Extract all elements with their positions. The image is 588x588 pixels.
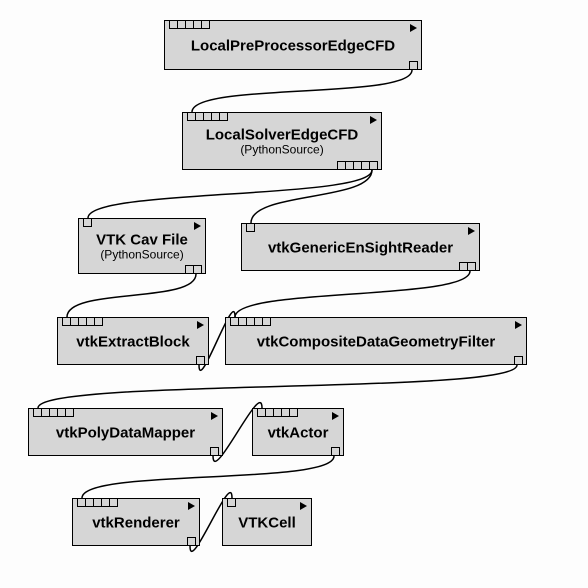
node-subtitle: (PythonSource) [79, 249, 205, 263]
node-solver[interactable]: LocalSolverEdgeCFD(PythonSource) [182, 112, 382, 170]
port[interactable] [262, 317, 271, 326]
edge-composite-polymapper [38, 365, 517, 408]
port[interactable] [210, 447, 219, 456]
node-title: LocalSolverEdgeCFD(PythonSource) [183, 124, 381, 157]
edge-actor-renderer [82, 456, 334, 498]
node-title: VTK Cav File(PythonSource) [79, 229, 205, 262]
node-title: vtkActor [253, 422, 343, 441]
port[interactable] [246, 223, 255, 232]
node-cav[interactable]: VTK Cav File(PythonSource) [78, 218, 206, 274]
port[interactable] [193, 265, 202, 274]
expand-icon[interactable] [211, 412, 218, 420]
node-title: vtkPolyDataMapper [29, 422, 222, 441]
port[interactable] [201, 20, 210, 29]
expand-icon[interactable] [197, 321, 204, 329]
port[interactable] [227, 498, 236, 507]
expand-icon[interactable] [188, 502, 195, 510]
node-actor[interactable]: vtkActor [252, 408, 344, 456]
port[interactable] [196, 356, 205, 365]
port[interactable] [514, 356, 523, 365]
port[interactable] [187, 537, 196, 546]
port[interactable] [65, 408, 74, 417]
node-title: vtkExtractBlock [58, 331, 208, 350]
expand-icon[interactable] [515, 321, 522, 329]
expand-icon[interactable] [370, 116, 377, 124]
node-title: vtkGenericEnSightReader [242, 237, 479, 256]
edge-solver-ensight [251, 170, 372, 223]
node-composite[interactable]: vtkCompositeDataGeometryFilter [225, 317, 527, 365]
port[interactable] [409, 61, 418, 70]
expand-icon[interactable] [468, 227, 475, 235]
port[interactable] [109, 498, 118, 507]
expand-icon[interactable] [332, 412, 339, 420]
edge-solver-cav [88, 170, 372, 218]
port[interactable] [369, 161, 378, 170]
node-cell[interactable]: VTKCell [222, 498, 312, 546]
node-title: VTKCell [223, 512, 311, 531]
node-preproc[interactable]: LocalPreProcessorEdgeCFD [164, 20, 422, 70]
node-subtitle: (PythonSource) [183, 144, 381, 158]
port[interactable] [331, 447, 340, 456]
node-extract[interactable]: vtkExtractBlock [57, 317, 209, 365]
port[interactable] [219, 112, 228, 121]
port[interactable] [467, 262, 476, 271]
port[interactable] [289, 408, 298, 417]
port[interactable] [83, 218, 92, 227]
expand-icon[interactable] [300, 502, 307, 510]
node-ensight[interactable]: vtkGenericEnSightReader [241, 223, 480, 271]
node-polymapper[interactable]: vtkPolyDataMapper [28, 408, 223, 456]
edge-ensight-composite [235, 271, 470, 317]
port[interactable] [94, 317, 103, 326]
edge-cav-extract [67, 274, 196, 317]
node-title: LocalPreProcessorEdgeCFD [165, 35, 421, 54]
node-title: vtkRenderer [73, 512, 199, 531]
node-renderer[interactable]: vtkRenderer [72, 498, 200, 546]
edge-preproc-solver [192, 70, 412, 112]
node-title: vtkCompositeDataGeometryFilter [226, 331, 526, 350]
expand-icon[interactable] [410, 24, 417, 32]
